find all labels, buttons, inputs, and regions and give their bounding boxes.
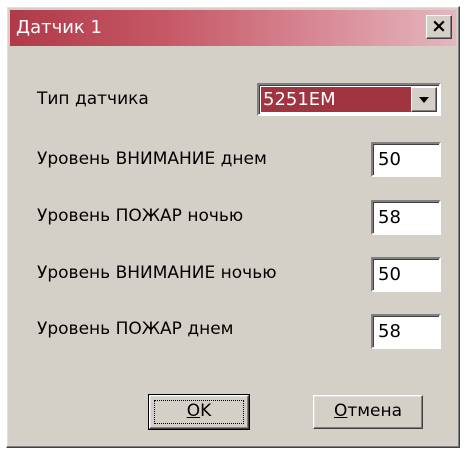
level-fire-day-label: Уровень ПОЖАР днем <box>37 319 234 339</box>
sensor-type-label: Тип датчика <box>37 89 149 109</box>
window-title: Датчик 1 <box>16 17 102 38</box>
level-fire-night-label: Уровень ПОЖАР ночью <box>37 206 244 226</box>
cancel-button[interactable]: Отмена <box>313 395 423 429</box>
sensor-dialog: Датчик 1 × Тип датчика 5251ЕМ Уровень ВН… <box>6 6 460 448</box>
close-icon: × <box>431 15 447 37</box>
level-attention-night-input[interactable] <box>371 257 441 292</box>
cancel-button-mnemonic: О <box>333 401 348 421</box>
sensor-type-value: 5251ЕМ <box>261 87 411 112</box>
chevron-down-icon[interactable] <box>411 87 437 112</box>
level-fire-day-input[interactable] <box>371 314 441 349</box>
level-fire-night-input[interactable] <box>371 200 441 235</box>
ok-button[interactable]: OK <box>148 394 250 430</box>
cancel-button-label: тмена <box>347 401 403 421</box>
focus-rectangle <box>154 400 244 424</box>
close-button[interactable]: × <box>426 15 452 39</box>
title-bar[interactable]: Датчик 1 × <box>10 10 456 46</box>
level-attention-night-label: Уровень ВНИМАНИЕ ночью <box>37 263 277 283</box>
level-attention-day-input[interactable] <box>371 142 441 177</box>
level-attention-day-label: Уровень ВНИМАНИЕ днем <box>37 149 267 169</box>
sensor-type-select[interactable]: 5251ЕМ <box>257 83 441 116</box>
